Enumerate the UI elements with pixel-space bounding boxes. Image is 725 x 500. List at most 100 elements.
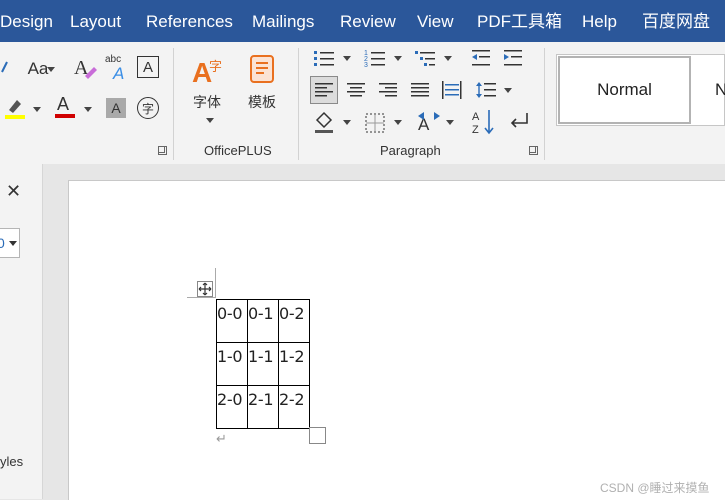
numbering-icon[interactable]: 123 [364,48,386,68]
pane-dropdown-value: 0 [0,235,5,251]
justify-icon[interactable] [408,78,432,102]
character-border-icon[interactable]: A [137,56,159,78]
officeplus-template-icon[interactable] [247,52,279,86]
chevron-down-icon[interactable] [394,56,402,61]
table-cell[interactable]: 1-0 [216,342,248,386]
cell-text: 2-1 [248,390,274,409]
paragraph-group-label: Paragraph [380,143,441,158]
svg-text:A: A [472,111,480,123]
increase-indent-icon[interactable] [502,48,524,68]
svg-text:A: A [112,64,124,82]
clear-formatting-icon[interactable]: A [72,54,98,82]
text-effects-icon[interactable]: abc A [103,52,131,82]
chevron-down-icon[interactable] [33,107,41,112]
table-cell[interactable]: 2-1 [247,385,279,429]
paragraph-mark: ↵ [216,431,227,446]
officeplus-font-icon[interactable]: A字 [192,54,226,86]
font-color-icon[interactable]: A [54,94,76,120]
tab-view[interactable]: View [417,0,454,42]
character-shading-icon[interactable]: A [106,98,126,118]
highlight-color-icon[interactable] [3,96,25,120]
table-resize-handle-icon[interactable] [309,427,326,444]
chevron-down-icon[interactable] [504,88,512,93]
cell-text: 0-1 [248,304,274,323]
group-separator [173,48,174,160]
ribbon-tab-bar: Design Layout References Mailings Review… [0,0,725,42]
table-guide-line [215,268,216,298]
svg-text:Z: Z [472,124,479,136]
tab-layout[interactable]: Layout [70,0,121,42]
officeplus-template-label[interactable]: 模板 [248,92,276,112]
borders-icon[interactable] [364,112,386,134]
close-icon[interactable]: ✕ [6,181,21,202]
style-next[interactable]: N [715,80,725,100]
svg-text:3: 3 [364,62,368,68]
document-page[interactable] [68,180,725,500]
align-center-icon[interactable] [344,78,368,102]
table-row: 2-0 2-1 2-2 [216,385,310,429]
svg-text:A: A [57,94,69,114]
align-right-icon[interactable] [376,78,400,102]
cell-text: 1-1 [248,347,274,366]
table-cell[interactable]: 0-0 [216,299,248,343]
table-move-handle-icon[interactable] [197,281,213,297]
chevron-down-icon[interactable] [47,67,55,72]
group-separator [298,48,299,160]
cell-text: 1-2 [279,347,305,366]
tab-help[interactable]: Help [582,0,617,42]
styles-label: yles [0,454,24,469]
chevron-down-icon[interactable] [206,118,214,123]
table-row: 0-0 0-1 0-2 [216,299,310,343]
chevron-down-icon[interactable] [394,120,402,125]
table-cell[interactable]: 2-0 [216,385,248,429]
table-cell[interactable]: 2-2 [278,385,310,429]
decrease-indent-icon[interactable] [470,48,492,68]
align-left-icon[interactable] [310,76,338,104]
distributed-icon[interactable] [440,78,464,102]
cell-text: 0-0 [217,304,243,323]
group-separator [544,48,545,160]
table-cell[interactable]: 0-2 [278,299,310,343]
change-case-label: Aa [27,59,49,78]
line-spacing-icon[interactable] [474,78,498,102]
bullets-icon[interactable] [313,48,335,68]
watermark: CSDN @睡过来摸鱼 [600,481,710,495]
font-size-up-icon[interactable] [0,56,10,80]
asian-layout-icon[interactable]: A [416,110,442,134]
style-normal-label: Normal [597,80,652,99]
chevron-down-icon [9,241,17,246]
table-row: 1-0 1-1 1-2 [216,342,310,386]
table-cell[interactable]: 1-2 [278,342,310,386]
tab-mailings[interactable]: Mailings [252,0,314,42]
multilevel-list-icon[interactable] [414,48,436,68]
chevron-down-icon[interactable] [446,120,454,125]
cell-text: 2-0 [217,390,243,409]
chevron-down-icon[interactable] [343,56,351,61]
shading-icon[interactable] [313,110,335,134]
officeplus-group-label: OfficePLUS [204,143,272,158]
officeplus-font-label[interactable]: 字体 [193,92,221,112]
tab-pdf-toolbox[interactable]: PDF工具箱 [477,0,562,42]
show-paragraph-marks-icon[interactable] [507,110,531,134]
sort-icon[interactable]: AZ [471,108,497,136]
chevron-down-icon[interactable] [444,56,452,61]
tab-design[interactable]: Design [0,0,53,42]
cell-text: 0-2 [279,304,305,323]
table-cell[interactable]: 0-1 [247,299,279,343]
pane-dropdown[interactable]: 0 [0,228,20,258]
document-table[interactable]: 0-0 0-1 0-2 1-0 1-1 1-2 2-0 2-1 2-2 [216,299,310,429]
cell-text: 2-2 [279,390,305,409]
enclose-characters-icon[interactable]: 字 [137,97,159,119]
tab-baidu-netdisk[interactable]: 百度网盘 [642,0,710,42]
chevron-down-icon[interactable] [84,107,92,112]
table-cell[interactable]: 1-1 [247,342,279,386]
tab-references[interactable]: References [146,0,233,42]
font-dialog-launcher-icon[interactable] [158,146,167,155]
style-normal[interactable]: Normal [558,56,691,124]
paragraph-dialog-launcher-icon[interactable] [529,146,538,155]
tab-review[interactable]: Review [340,0,396,42]
chevron-down-icon[interactable] [343,120,351,125]
navigation-pane: ✕ 0 yles [0,164,43,499]
svg-text:字: 字 [209,59,222,74]
ribbon: Aa A abc A A A A 字 A字 字体 模板 OfficePLUS 12… [0,42,725,165]
